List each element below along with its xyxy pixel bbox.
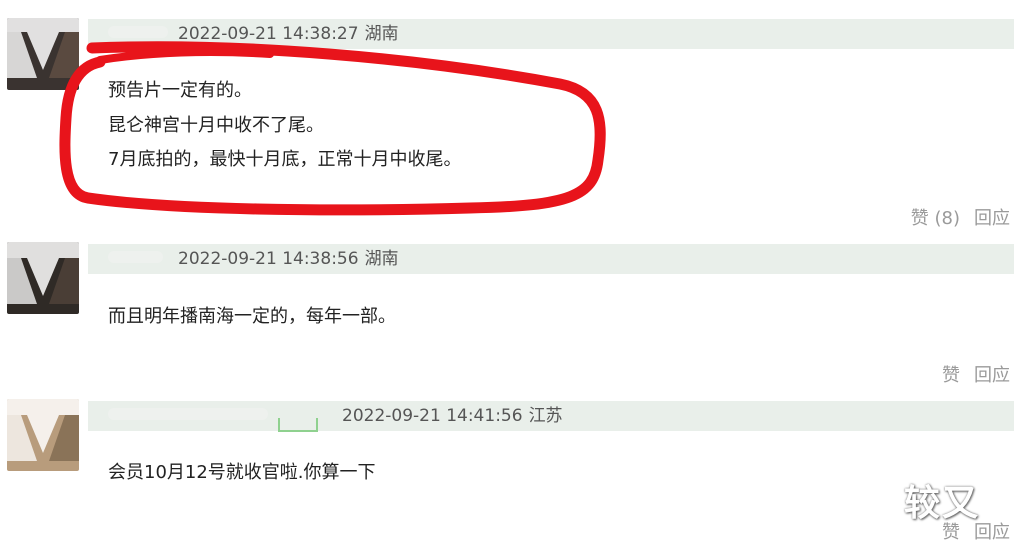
username-blurred[interactable] (108, 26, 168, 38)
badge-icon (278, 418, 318, 432)
avatar[interactable] (7, 18, 79, 90)
like-count: (8) (934, 208, 961, 229)
username-blurred[interactable] (108, 408, 268, 420)
comment-text-line: 预告片一定有的。 (108, 80, 252, 101)
reply-button[interactable]: 回应 (974, 208, 1010, 229)
avatar[interactable] (7, 242, 79, 314)
reply-button[interactable]: 回应 (974, 365, 1010, 386)
username-blurred[interactable] (108, 251, 163, 263)
comment-time: 2022-09-21 14:38:56 (178, 249, 359, 269)
comment-text-line: 会员10月12号就收官啦.你算一下 (108, 462, 376, 483)
like-button[interactable]: 赞 (942, 365, 960, 386)
comment-location: 江苏 (528, 406, 563, 426)
like-button[interactable]: 赞 (8) (911, 208, 960, 229)
watermark: 较又 (904, 483, 981, 524)
like-label: 赞 (910, 208, 929, 229)
comment-text-line: 7月底拍的，最快十月底，正常十月中收尾。 (108, 149, 462, 170)
comment-time: 2022-09-21 14:38:27 (178, 24, 359, 44)
comment-meta: 2022-09-21 14:38:27 湖南 (178, 19, 399, 49)
comment-meta: 2022-09-21 14:41:56 江苏 (342, 401, 563, 431)
comment-meta: 2022-09-21 14:38:56 湖南 (178, 244, 399, 274)
comment-location: 湖南 (364, 24, 399, 44)
comment-time: 2022-09-21 14:41:56 (342, 406, 523, 426)
comment-actions: 赞 (8) 回应 (911, 204, 1010, 230)
comment-text-line: 昆仑神宫十月中收不了尾。 (108, 115, 324, 136)
avatar[interactable] (7, 399, 79, 471)
comment-actions: 赞回应 (942, 361, 1010, 387)
comment-location: 湖南 (364, 249, 399, 269)
comment-text-line: 而且明年播南海一定的，每年一部。 (108, 306, 396, 327)
